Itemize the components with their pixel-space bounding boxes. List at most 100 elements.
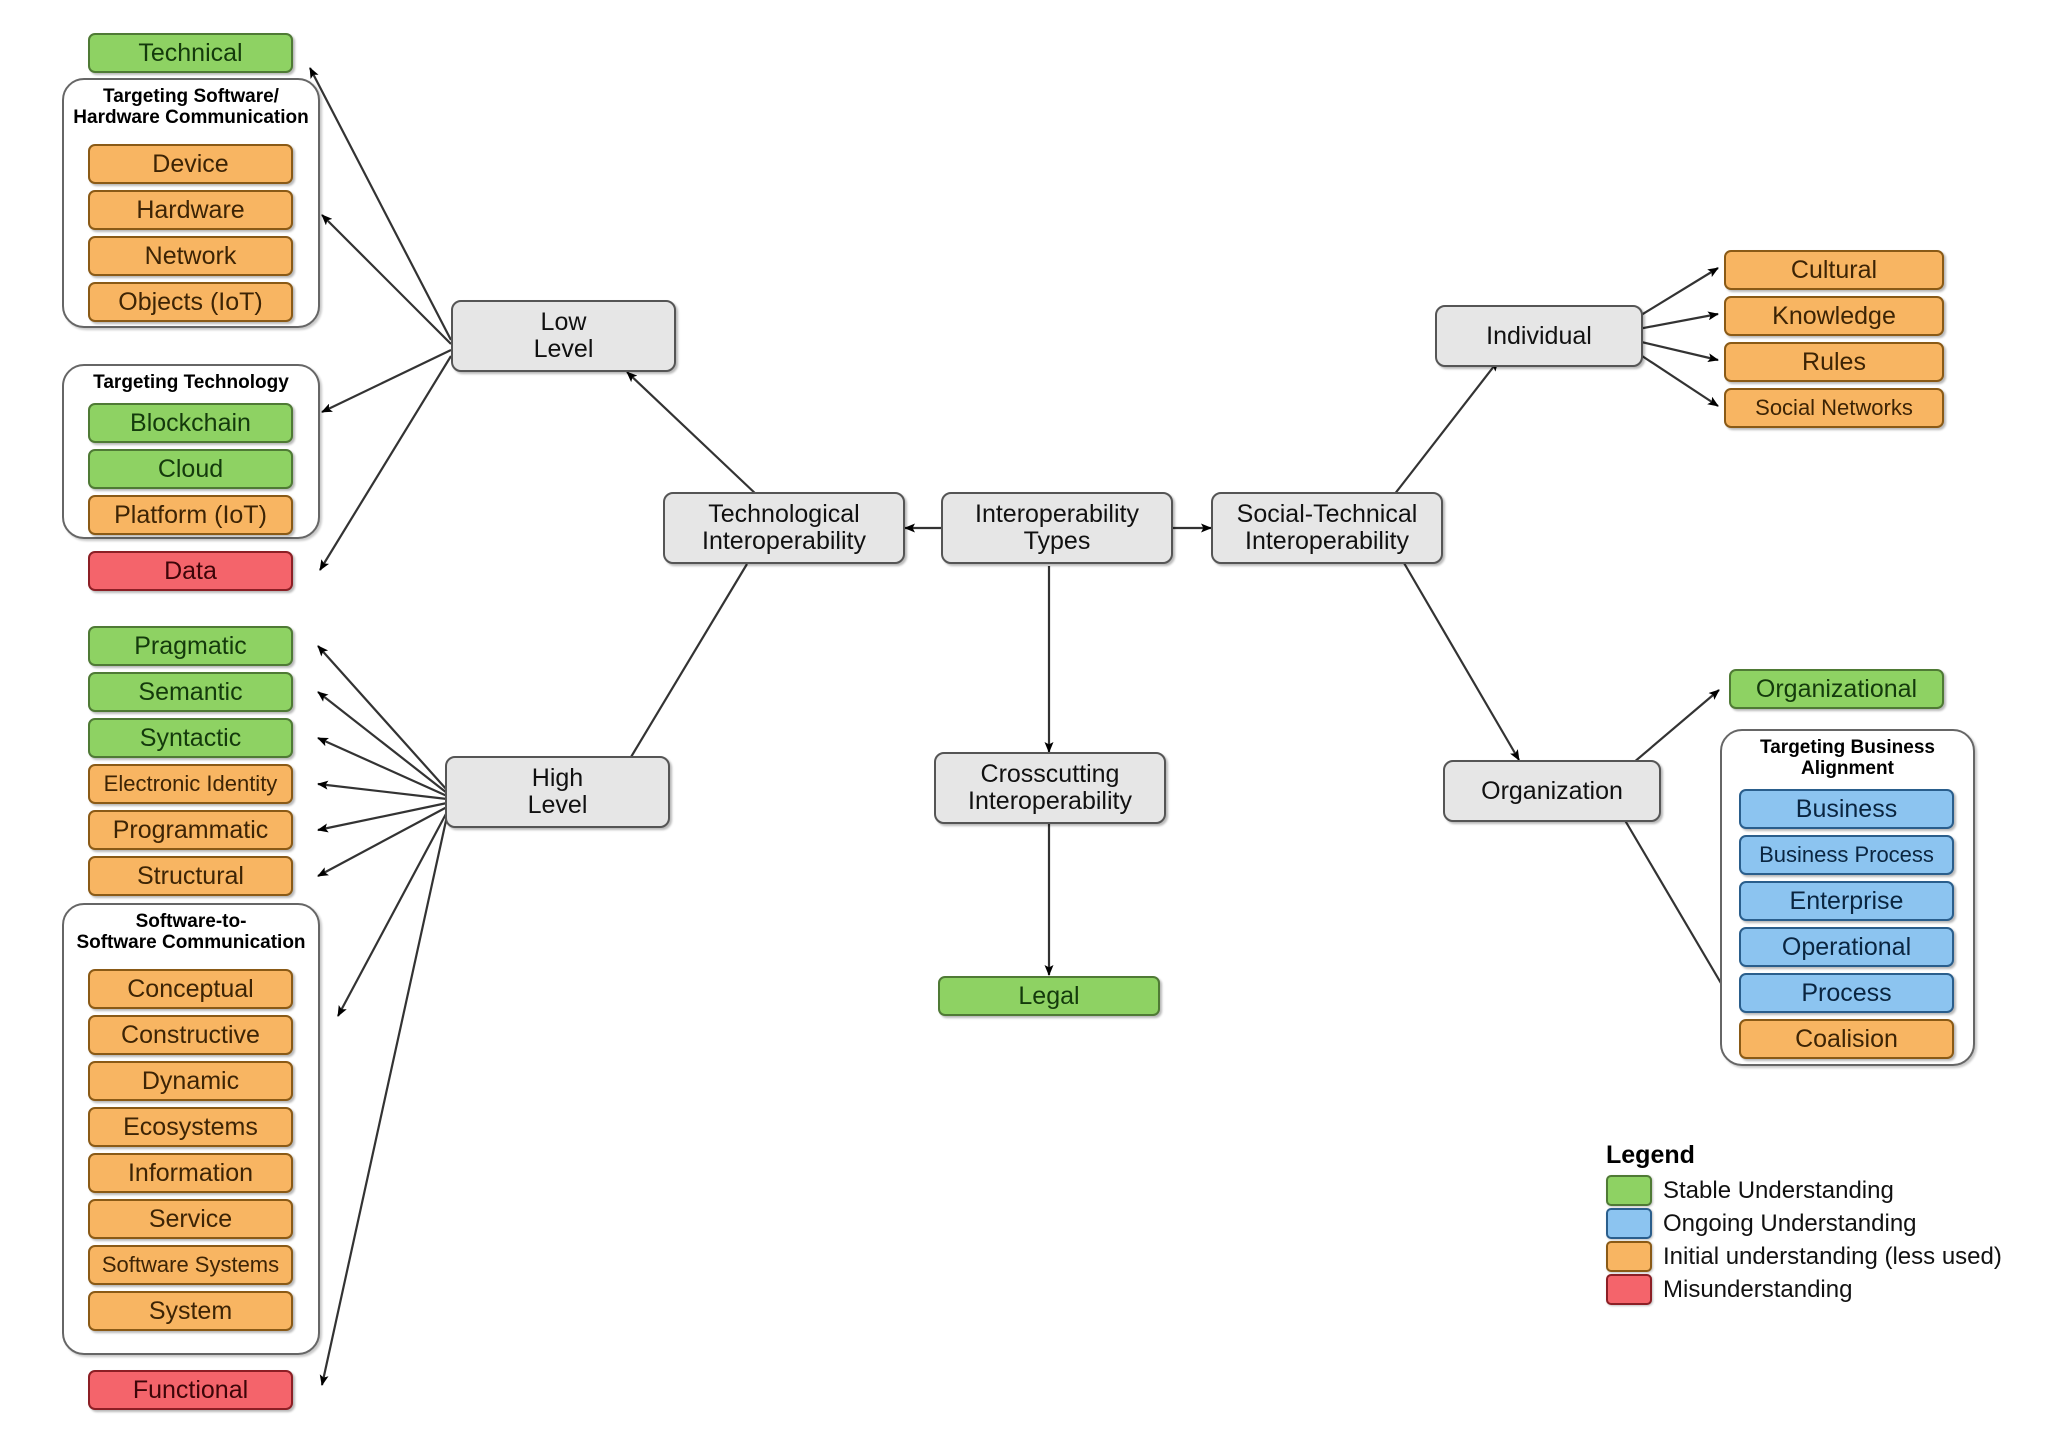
legend-label: Stable Understanding bbox=[1663, 1176, 1894, 1204]
leaf-rules[interactable]: Rules bbox=[1724, 342, 1944, 382]
node-label: Organization bbox=[1481, 776, 1623, 805]
leaf-knowledge[interactable]: Knowledge bbox=[1724, 296, 1944, 336]
leaf-device[interactable]: Device bbox=[88, 144, 293, 184]
leaf-platform-iot[interactable]: Platform (IoT) bbox=[88, 495, 293, 535]
group-title-software-to-software: Software-to- Software Communication bbox=[76, 911, 306, 954]
leaf-label: Constructive bbox=[121, 1020, 260, 1049]
leaf-label: Syntactic bbox=[139, 723, 242, 752]
legend: Legend Stable Understanding Ongoing Unde… bbox=[1606, 1141, 2006, 1306]
leaf-cloud[interactable]: Cloud bbox=[88, 449, 293, 489]
node-label: Interoperability Types bbox=[975, 500, 1139, 555]
node-high-level[interactable]: High Level bbox=[445, 756, 670, 828]
diagram-canvas: Technical Targeting Software/ Hardware C… bbox=[0, 0, 2048, 1431]
node-label: Low Level bbox=[533, 308, 594, 363]
leaf-business[interactable]: Business bbox=[1739, 789, 1954, 829]
node-technological-interoperability[interactable]: Technological Interoperability bbox=[663, 492, 905, 564]
leaf-service[interactable]: Service bbox=[88, 1199, 293, 1239]
leaf-label: Operational bbox=[1781, 932, 1912, 961]
leaf-label: Organizational bbox=[1755, 674, 1918, 703]
legend-row-stable: Stable Understanding bbox=[1606, 1174, 2006, 1207]
leaf-ecosystems[interactable]: Ecosystems bbox=[88, 1107, 293, 1147]
leaf-data[interactable]: Data bbox=[88, 551, 293, 591]
leaf-label: Cultural bbox=[1790, 255, 1878, 284]
leaf-label: Process bbox=[1801, 978, 1892, 1007]
leaf-network[interactable]: Network bbox=[88, 236, 293, 276]
leaf-label: Network bbox=[144, 241, 237, 270]
leaf-label: Programmatic bbox=[112, 815, 269, 844]
leaf-social-networks[interactable]: Social Networks bbox=[1724, 388, 1944, 428]
legend-swatch-ongoing bbox=[1606, 1208, 1652, 1239]
leaf-coalision[interactable]: Coalision bbox=[1739, 1019, 1954, 1059]
node-social-technical-interoperability[interactable]: Social-Technical Interoperability bbox=[1211, 492, 1443, 564]
leaf-blockchain[interactable]: Blockchain bbox=[88, 403, 293, 443]
leaf-label: Functional bbox=[132, 1375, 249, 1404]
leaf-information[interactable]: Information bbox=[88, 1153, 293, 1193]
leaf-label: Coalision bbox=[1795, 1024, 1898, 1053]
node-label: High Level bbox=[527, 764, 588, 819]
leaf-label: Dynamic bbox=[141, 1066, 240, 1095]
node-label: Social-Technical Interoperability bbox=[1236, 500, 1418, 555]
leaf-conceptual[interactable]: Conceptual bbox=[88, 969, 293, 1009]
legend-label: Ongoing Understanding bbox=[1663, 1209, 1917, 1237]
legend-label: Initial understanding (less used) bbox=[1663, 1242, 2002, 1270]
leaf-electronic-identity[interactable]: Electronic Identity bbox=[88, 764, 293, 804]
leaf-label: System bbox=[148, 1296, 233, 1325]
group-title-targeting-technology: Targeting Technology bbox=[93, 372, 289, 393]
leaf-technical[interactable]: Technical bbox=[88, 33, 293, 73]
node-interoperability-types[interactable]: Interoperability Types bbox=[941, 492, 1173, 564]
legend-swatch-misunderstanding bbox=[1606, 1274, 1652, 1305]
leaf-label: Ecosystems bbox=[123, 1112, 258, 1141]
leaf-objects-iot[interactable]: Objects (IoT) bbox=[88, 282, 293, 322]
node-label: Crosscutting Interoperability bbox=[968, 760, 1132, 815]
leaf-structural[interactable]: Structural bbox=[88, 856, 293, 896]
leaf-process[interactable]: Process bbox=[1739, 973, 1954, 1013]
leaf-cultural[interactable]: Cultural bbox=[1724, 250, 1944, 290]
leaf-label: Data bbox=[164, 556, 217, 585]
leaf-label: Knowledge bbox=[1772, 301, 1896, 330]
leaf-enterprise[interactable]: Enterprise bbox=[1739, 881, 1954, 921]
group-title-targeting-business-alignment: Targeting Business Alignment bbox=[1760, 737, 1935, 780]
legend-row-initial: Initial understanding (less used) bbox=[1606, 1240, 2006, 1273]
leaf-organizational[interactable]: Organizational bbox=[1729, 669, 1944, 709]
leaf-functional[interactable]: Functional bbox=[88, 1370, 293, 1410]
leaf-constructive[interactable]: Constructive bbox=[88, 1015, 293, 1055]
leaf-label: Service bbox=[148, 1204, 233, 1233]
leaf-label: Blockchain bbox=[130, 408, 251, 437]
node-organization[interactable]: Organization bbox=[1443, 760, 1661, 822]
leaf-legal[interactable]: Legal bbox=[938, 976, 1160, 1016]
node-label: Individual bbox=[1486, 321, 1592, 350]
leaf-business-process[interactable]: Business Process bbox=[1739, 835, 1954, 875]
node-crosscutting-interoperability[interactable]: Crosscutting Interoperability bbox=[934, 752, 1166, 824]
leaf-label: Hardware bbox=[136, 195, 245, 224]
leaf-pragmatic[interactable]: Pragmatic bbox=[88, 626, 293, 666]
node-low-level[interactable]: Low Level bbox=[451, 300, 676, 372]
leaf-semantic[interactable]: Semantic bbox=[88, 672, 293, 712]
leaf-label: Business bbox=[1795, 794, 1898, 823]
leaf-label: Objects (IoT) bbox=[118, 287, 263, 316]
leaf-hardware[interactable]: Hardware bbox=[88, 190, 293, 230]
node-individual[interactable]: Individual bbox=[1435, 305, 1643, 367]
leaf-programmatic[interactable]: Programmatic bbox=[88, 810, 293, 850]
leaf-label: Semantic bbox=[138, 677, 243, 706]
node-label: Technological Interoperability bbox=[702, 500, 866, 555]
leaf-label: Enterprise bbox=[1789, 886, 1904, 915]
leaf-label: Structural bbox=[137, 861, 244, 890]
leaf-syntactic[interactable]: Syntactic bbox=[88, 718, 293, 758]
leaf-label: Platform (IoT) bbox=[114, 500, 267, 529]
leaf-label: Business Process bbox=[1759, 842, 1934, 868]
leaf-label: Device bbox=[152, 149, 229, 178]
leaf-system[interactable]: System bbox=[88, 1291, 293, 1331]
leaf-software-systems[interactable]: Software Systems bbox=[88, 1245, 293, 1285]
legend-swatch-initial bbox=[1606, 1241, 1652, 1272]
leaf-label: Information bbox=[127, 1158, 254, 1187]
leaf-label: Technical bbox=[138, 38, 243, 67]
legend-swatch-stable bbox=[1606, 1175, 1652, 1206]
legend-title: Legend bbox=[1606, 1141, 1695, 1169]
leaf-label: Software Systems bbox=[101, 1252, 280, 1278]
leaf-label: Rules bbox=[1802, 347, 1866, 376]
group-title-targeting-software-hardware: Targeting Software/ Hardware Communicati… bbox=[73, 86, 309, 129]
leaf-operational[interactable]: Operational bbox=[1739, 927, 1954, 967]
legend-row-ongoing: Ongoing Understanding bbox=[1606, 1207, 2006, 1240]
leaf-dynamic[interactable]: Dynamic bbox=[88, 1061, 293, 1101]
leaf-label: Conceptual bbox=[127, 974, 254, 1003]
